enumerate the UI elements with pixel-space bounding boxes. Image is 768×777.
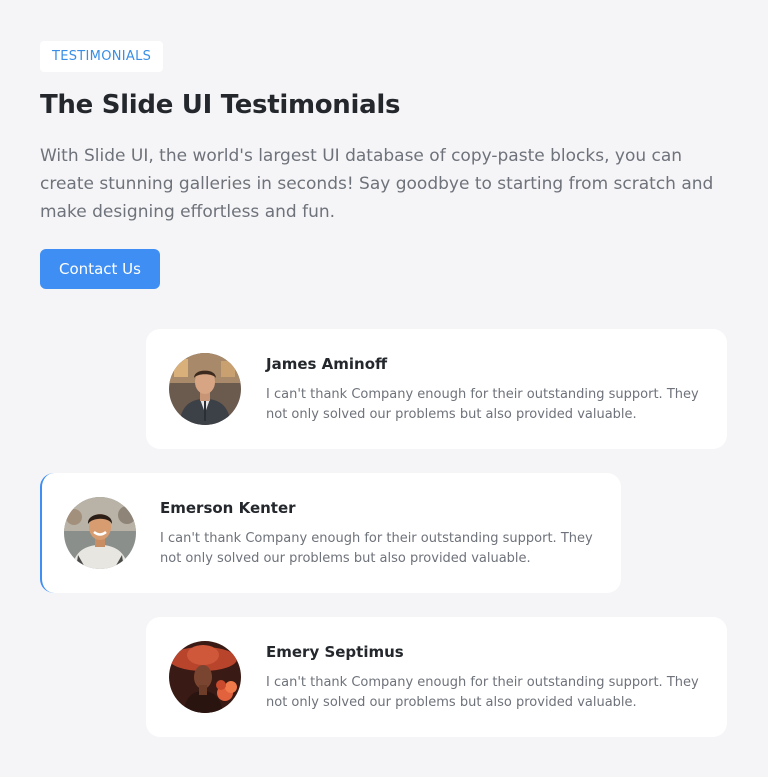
contact-us-button[interactable]: Contact Us <box>40 249 160 289</box>
page-title: The Slide UI Testimonials <box>40 90 401 120</box>
testimonial-card[interactable]: Emery Septimus I can't thank Company eno… <box>146 617 727 737</box>
avatar <box>169 353 241 425</box>
section-description: With Slide UI, the world's largest UI da… <box>40 146 714 222</box>
testimonial-quote: I can't thank Company enough for their o… <box>266 387 699 422</box>
testimonial-card-active[interactable]: Emerson Kenter I can't thank Company eno… <box>40 473 621 593</box>
testimonial-name: Emery Septimus <box>266 643 404 661</box>
avatar <box>64 497 136 569</box>
testimonial-card[interactable]: James Aminoff I can't thank Company enou… <box>146 329 727 449</box>
avatar <box>169 641 241 713</box>
testimonial-name: Emerson Kenter <box>160 499 296 517</box>
testimonial-quote: I can't thank Company enough for their o… <box>266 675 699 710</box>
section-badge: TESTIMONIALS <box>40 41 164 72</box>
testimonial-quote: I can't thank Company enough for their o… <box>160 531 593 566</box>
testimonial-name: James Aminoff <box>266 355 388 373</box>
